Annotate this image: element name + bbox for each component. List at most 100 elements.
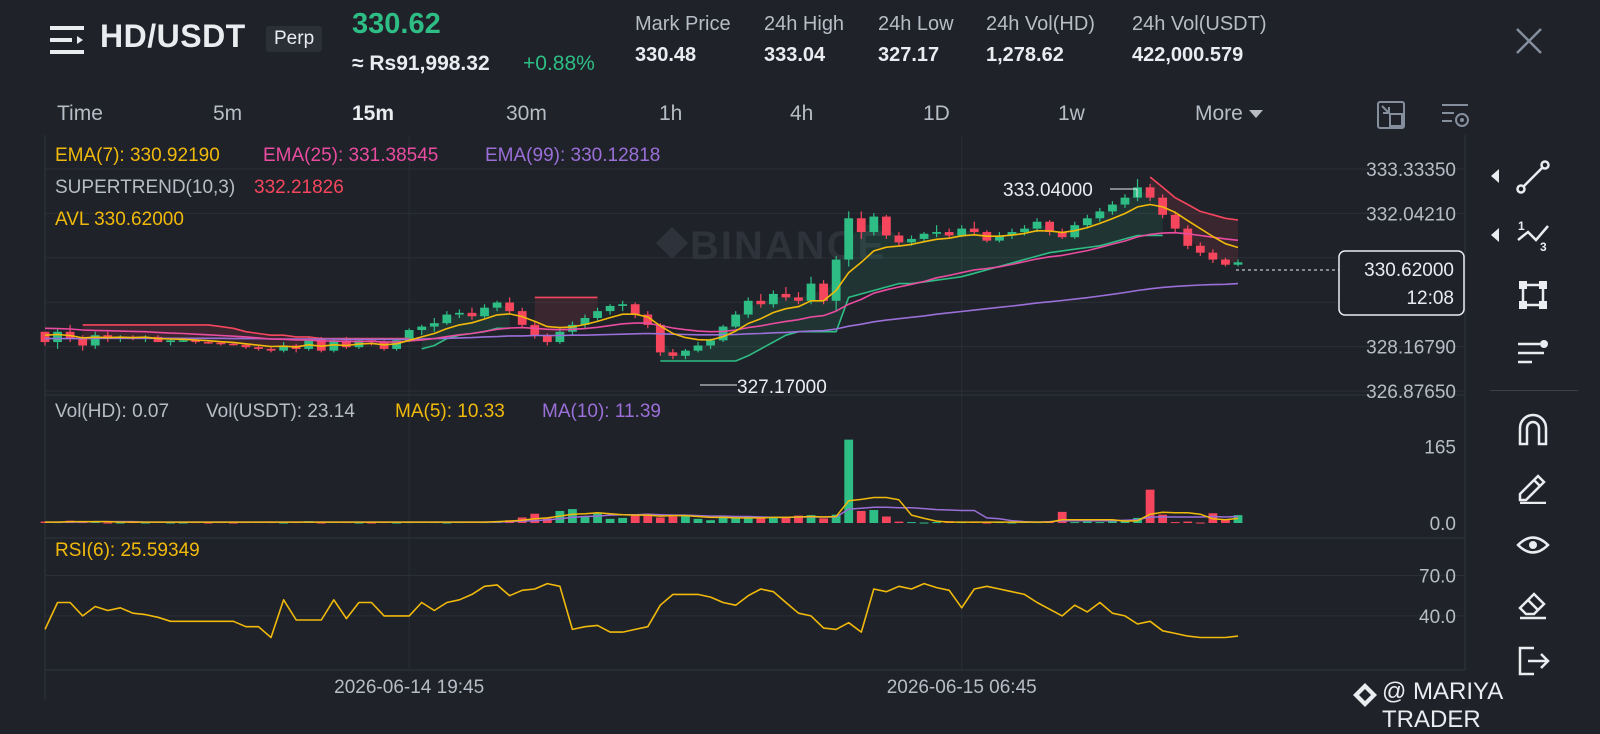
supertrend-value: 332.21826: [254, 177, 344, 198]
candle-body: [1170, 214, 1180, 229]
tab-1w[interactable]: 1w: [1058, 102, 1085, 126]
high-24h-value: 333.04: [764, 44, 826, 66]
candle-body: [731, 314, 741, 327]
candle-body: [216, 342, 226, 345]
shape-icon[interactable]: [1516, 278, 1550, 312]
volume-axis-label: 0.0: [1430, 514, 1456, 535]
tab-1d[interactable]: 1D: [923, 102, 950, 126]
close-icon[interactable]: [1514, 26, 1544, 56]
rsi-axis-label: 70.0: [1419, 567, 1456, 588]
candle-body: [681, 350, 690, 356]
magnet-icon[interactable]: [1516, 412, 1550, 446]
candle-body: [668, 352, 678, 356]
ema99-legend: EMA(99): 330.12818: [485, 145, 660, 166]
vol-hd-24h-label: 24h Vol(HD): [986, 13, 1095, 35]
pair-symbol[interactable]: HD/USDT: [100, 18, 246, 55]
candle-body: [442, 314, 452, 324]
pencil-icon[interactable]: [1516, 470, 1550, 504]
volume-bar: [618, 517, 628, 523]
volume-bar: [103, 522, 113, 524]
vol-usdt-24h-label: 24h Vol(USDT): [1132, 13, 1267, 35]
volume-bar: [668, 516, 678, 523]
candle-body: [480, 307, 489, 317]
volume-bar: [1070, 522, 1080, 524]
time-axis-label: 2026-06-15 06:45: [887, 677, 1037, 698]
candle-body: [932, 232, 942, 234]
candle-body: [618, 304, 628, 306]
volume-bar: [605, 518, 615, 523]
candle-body: [756, 300, 766, 305]
ema25-legend: EMA(25): 331.38545: [263, 145, 438, 166]
candle-body: [1208, 252, 1218, 260]
candle-body: [869, 216, 879, 233]
trading-chart[interactable]: BINANCE 333.33350332.04210330.75070329.4…: [0, 135, 1600, 720]
candle-body: [630, 304, 640, 315]
indicator-settings-icon[interactable]: [1440, 100, 1470, 130]
candle-body: [1145, 187, 1155, 198]
countdown-label: 12:08: [1406, 288, 1454, 309]
candle-body: [969, 228, 979, 233]
volume-bar: [768, 517, 778, 523]
tab-30m[interactable]: 30m: [506, 102, 547, 126]
candle-body: [492, 302, 502, 308]
candle-body: [593, 311, 602, 318]
price-axis-label: 328.16790: [1366, 338, 1456, 359]
volume-bar: [756, 517, 766, 523]
candle-body: [1020, 228, 1029, 233]
tab-15m[interactable]: 15m: [352, 102, 394, 126]
binance-logo-watermark: [656, 227, 688, 259]
tab-5m[interactable]: 5m: [213, 102, 242, 126]
trend-line-icon[interactable]: [1516, 160, 1550, 194]
toolbar-divider: [1490, 390, 1578, 391]
volume-bar: [1158, 514, 1168, 523]
volume-bar: [593, 512, 602, 523]
fib-caret-icon[interactable]: [1491, 228, 1499, 242]
candle-body: [1221, 259, 1230, 265]
volume-bar: [1082, 521, 1092, 523]
caret-down-icon: [1248, 110, 1263, 119]
volume-bar: [568, 509, 577, 523]
candle-body: [203, 342, 213, 344]
volume-bar: [881, 516, 891, 523]
settings-lines-icon[interactable]: [1516, 336, 1550, 370]
candle-body: [178, 340, 188, 342]
exit-icon[interactable]: [1516, 644, 1550, 678]
candle-body: [555, 331, 565, 343]
candle-body: [78, 338, 88, 346]
volume-bar: [869, 510, 879, 523]
price-axis-label: 332.04210: [1366, 204, 1456, 225]
collapse-fullscreen-icon[interactable]: [1376, 100, 1406, 130]
high-24h-label: 24h High: [764, 13, 845, 35]
price-axis-label: 326.87650: [1366, 382, 1456, 403]
volume-bar: [693, 518, 703, 523]
tab-more[interactable]: More: [1195, 102, 1263, 126]
ma5-legend: MA(5): 10.33: [395, 401, 505, 422]
candle-body: [1095, 211, 1105, 219]
trend-caret-icon[interactable]: [1491, 169, 1499, 183]
low-24h-value: 327.17: [878, 44, 940, 66]
tab-1h[interactable]: 1h: [659, 102, 682, 126]
volume-bar: [819, 518, 828, 523]
volume-bar: [706, 520, 715, 523]
low-24h-label: 24h Low: [878, 13, 954, 35]
candle-body: [706, 340, 715, 346]
eraser-icon[interactable]: [1516, 586, 1550, 620]
candle-body: [254, 347, 263, 349]
fibonacci-icon[interactable]: 1 3: [1516, 218, 1550, 252]
eye-icon[interactable]: [1516, 528, 1550, 562]
candle-body: [1195, 245, 1205, 253]
tab-more-label: More: [1195, 102, 1243, 125]
candle-body: [241, 344, 251, 348]
tab-time[interactable]: Time: [57, 102, 103, 126]
volume-axis-label: 165: [1424, 438, 1456, 459]
supertrend-down-fill: [1150, 177, 1238, 264]
candle-body: [957, 228, 967, 236]
candle-body: [743, 300, 753, 315]
list-menu-icon[interactable]: [50, 26, 84, 54]
last-price: 330.62: [352, 8, 441, 40]
candle-body: [530, 324, 540, 336]
binance-logo-icon: [1353, 683, 1377, 707]
candle-body: [894, 235, 904, 243]
tab-4h[interactable]: 4h: [790, 102, 813, 126]
ema7-line: [44, 203, 1239, 348]
